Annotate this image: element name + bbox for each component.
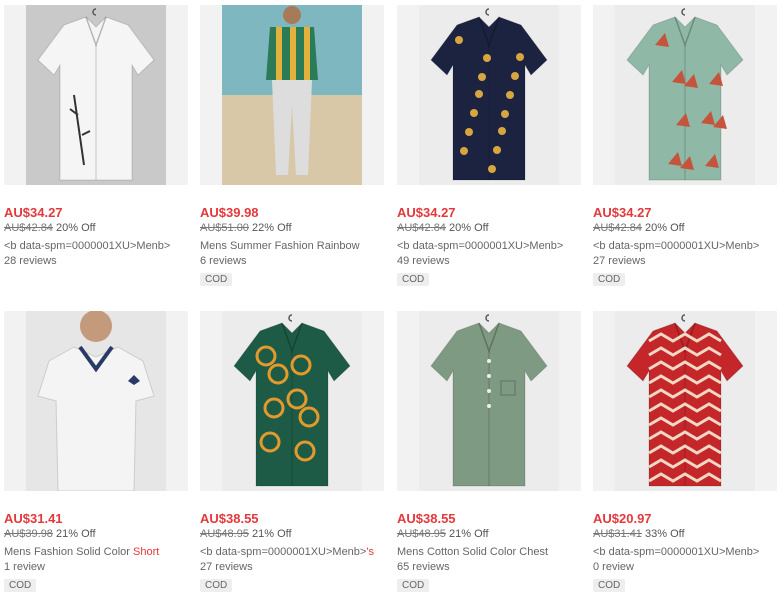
price-row: AU$48.95 21% Off xyxy=(200,528,292,540)
review-count[interactable]: 0 review xyxy=(593,561,634,573)
product-title-text: Mens Summer Fashion Rainbow xyxy=(200,240,360,252)
product-title-highlight: Short xyxy=(133,546,160,558)
cod-badge: COD xyxy=(200,579,233,592)
product-title-text: Mens Cotton Solid Color Chest xyxy=(397,546,549,558)
review-count[interactable]: 27 reviews xyxy=(593,255,646,267)
product-title[interactable]: <b data-spm=0000001XU>Menb>'s xyxy=(200,546,384,558)
product-price: AU$38.55 xyxy=(200,511,259,526)
cod-badge: COD xyxy=(397,273,430,286)
product-price: AU$38.55 xyxy=(397,511,456,526)
product-price: AU$20.97 xyxy=(593,511,652,526)
discount-label: 22% Off xyxy=(252,222,292,234)
original-price: AU$39.98 xyxy=(4,528,53,540)
discount-label: 20% Off xyxy=(645,222,685,234)
review-count[interactable]: 27 reviews xyxy=(200,561,253,573)
product-title-text: <b data-spm=0000001XU>Menb> xyxy=(200,546,367,558)
product-title[interactable]: <b data-spm=0000001XU>Menb> xyxy=(4,240,188,252)
product-title-text: <b data-spm=0000001XU>Menb> xyxy=(593,546,760,558)
original-price: AU$42.84 xyxy=(397,222,446,234)
discount-label: 21% Off xyxy=(252,528,292,540)
cod-badge: COD xyxy=(397,579,430,592)
product-title[interactable]: Mens Summer Fashion Rainbow xyxy=(200,240,384,252)
discount-label: 20% Off xyxy=(56,222,96,234)
green-floral-shirt-image[interactable] xyxy=(593,5,777,185)
review-count[interactable]: 65 reviews xyxy=(397,561,450,573)
product-title[interactable]: <b data-spm=0000001XU>Menb> xyxy=(397,240,581,252)
discount-label: 33% Off xyxy=(645,528,685,540)
product-price: AU$39.98 xyxy=(200,205,259,220)
white-shirt-image[interactable] xyxy=(4,5,188,185)
product-title-highlight: 's xyxy=(366,546,374,558)
product-price: AU$34.27 xyxy=(593,205,652,220)
discount-label: 20% Off xyxy=(449,222,489,234)
price-row: AU$42.84 20% Off xyxy=(4,222,96,234)
product-title[interactable]: <b data-spm=0000001XU>Menb> xyxy=(593,546,777,558)
product-title-text: <b data-spm=0000001XU>Menb> xyxy=(397,240,564,252)
discount-label: 21% Off xyxy=(449,528,489,540)
price-row: AU$51.00 22% Off xyxy=(200,222,292,234)
product-title-text: <b data-spm=0000001XU>Menb> xyxy=(593,240,760,252)
price-row: AU$31.41 33% Off xyxy=(593,528,685,540)
original-price: AU$48.95 xyxy=(200,528,249,540)
product-title[interactable]: Mens Cotton Solid Color Chest xyxy=(397,546,581,558)
review-count[interactable]: 49 reviews xyxy=(397,255,450,267)
rainbow-stripe-shirt-model-image[interactable] xyxy=(200,5,384,185)
original-price: AU$48.95 xyxy=(397,528,446,540)
original-price: AU$42.84 xyxy=(593,222,642,234)
original-price: AU$42.84 xyxy=(4,222,53,234)
green-orange-print-shirt-image[interactable] xyxy=(200,311,384,491)
price-row: AU$42.84 20% Off xyxy=(397,222,489,234)
product-title[interactable]: Mens Fashion Solid Color Short xyxy=(4,546,188,558)
cod-badge: COD xyxy=(593,579,626,592)
product-grid: AU$34.27 AU$42.84 20% Off <b data-spm=0000… xyxy=(0,0,778,600)
product-title[interactable]: <b data-spm=0000001XU>Menb> xyxy=(593,240,777,252)
red-chevron-shirt-image[interactable] xyxy=(593,311,777,491)
product-title-text: <b data-spm=0000001XU>Menb> xyxy=(4,240,171,252)
product-title-text: Mens Fashion Solid Color xyxy=(4,546,134,558)
price-row: AU$48.95 21% Off xyxy=(397,528,489,540)
original-price: AU$31.41 xyxy=(593,528,642,540)
white-polo-model-image[interactable] xyxy=(4,311,188,491)
product-price: AU$34.27 xyxy=(397,205,456,220)
price-row: AU$42.84 20% Off xyxy=(593,222,685,234)
product-price: AU$34.27 xyxy=(4,205,63,220)
original-price: AU$51.00 xyxy=(200,222,249,234)
price-row: AU$39.98 21% Off xyxy=(4,528,96,540)
review-count[interactable]: 28 reviews xyxy=(4,255,57,267)
cod-badge: COD xyxy=(593,273,626,286)
review-count[interactable]: 6 reviews xyxy=(200,255,246,267)
discount-label: 21% Off xyxy=(56,528,96,540)
sage-green-henley-shirt-image[interactable] xyxy=(397,311,581,491)
navy-sun-moon-shirt-image[interactable] xyxy=(397,5,581,185)
cod-badge: COD xyxy=(200,273,233,286)
product-price: AU$31.41 xyxy=(4,511,63,526)
cod-badge: COD xyxy=(4,579,37,592)
review-count[interactable]: 1 review xyxy=(4,561,45,573)
